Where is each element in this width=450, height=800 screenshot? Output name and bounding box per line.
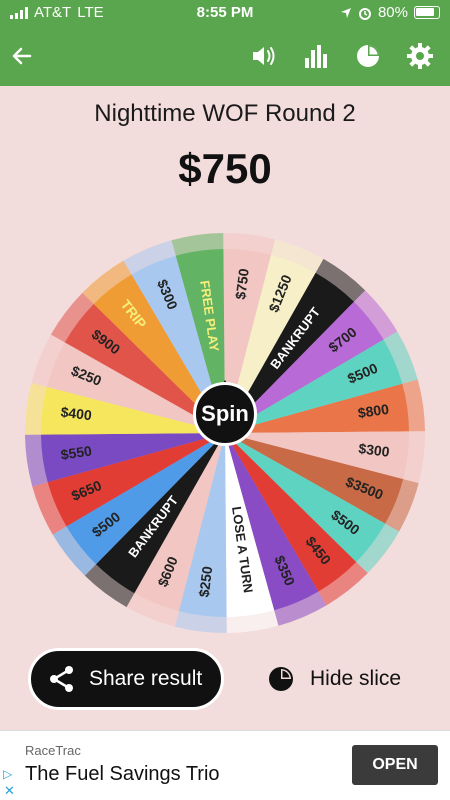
pie-chart-icon <box>357 45 379 67</box>
battery-label: 80% <box>377 4 408 21</box>
stats-icon <box>305 45 327 68</box>
pie-slice-icon <box>269 667 293 691</box>
ad-open-button[interactable]: OPEN <box>352 745 438 785</box>
toolbar <box>0 26 450 86</box>
battery-charging-icon <box>414 6 440 19</box>
hide-label: Hide slice <box>310 667 402 690</box>
ad-brand: RaceTrac <box>25 743 81 758</box>
ad-banner[interactable]: ▷ ✕ RaceTrac The Fuel Savings Trio OPEN <box>0 730 450 800</box>
hide-slice-button[interactable]: Hide slice <box>268 662 401 696</box>
status-right: 80% <box>340 4 440 21</box>
ad-close-icon[interactable]: ✕ <box>4 783 15 799</box>
alarm-icon <box>358 7 371 20</box>
settings-button[interactable] <box>404 40 436 72</box>
ad-headline: The Fuel Savings Trio <box>25 763 220 785</box>
stats-button[interactable] <box>300 40 332 72</box>
back-arrow-icon <box>12 47 32 65</box>
spin-button[interactable]: Spin <box>193 382 257 446</box>
wheel-title: Nighttime WOF Round 2 <box>94 100 356 127</box>
pie-chart-button[interactable] <box>352 40 384 72</box>
share-label: Share result <box>89 667 203 690</box>
status-bar: AT&T LTE 8:55 PM 80% <box>0 0 450 26</box>
sound-icon <box>253 47 275 65</box>
share-result-button[interactable]: Share result <box>28 648 224 710</box>
spin-result: $750 <box>178 145 272 192</box>
ad-info-icon[interactable]: ▷ <box>3 767 12 781</box>
location-icon <box>340 7 351 18</box>
settings-icon <box>407 43 433 69</box>
back-button[interactable] <box>6 40 38 72</box>
share-icon <box>50 666 73 692</box>
sound-button[interactable] <box>248 40 280 72</box>
